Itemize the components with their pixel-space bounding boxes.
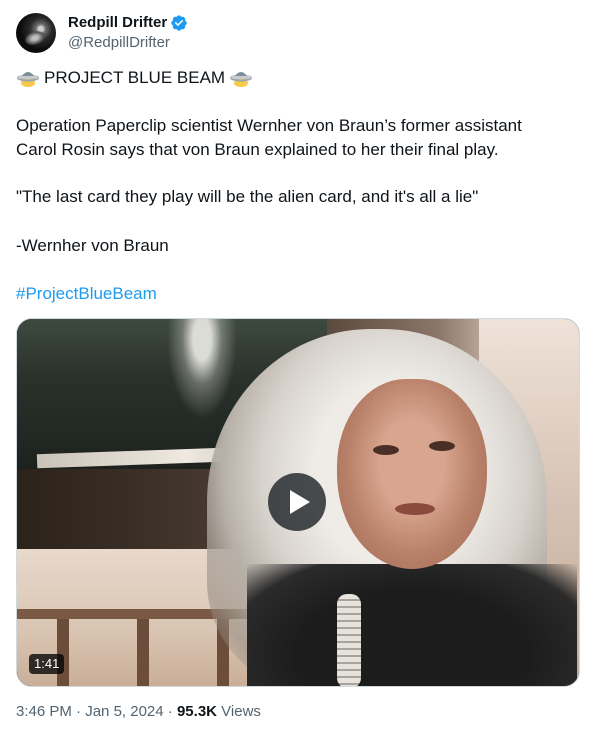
video-frame-detail (57, 619, 69, 686)
tweet: Redpill Drifter @RedpillDrifter PROJECT … (0, 0, 611, 741)
tweet-meta: 3:46 PM · Jan 5, 2024 · 95.3K Views (16, 702, 261, 722)
video-frame-detail (429, 441, 455, 451)
hashtag-link[interactable]: #ProjectBlueBeam (16, 282, 157, 306)
tweet-text-line: Carol Rosin says that von Braun explaine… (16, 140, 499, 159)
play-button[interactable] (268, 473, 326, 531)
video-frame-detail (395, 503, 435, 515)
tweet-text-line: Operation Paperclip scientist Wernher vo… (16, 116, 522, 135)
avatar[interactable] (16, 13, 56, 53)
video-duration-badge: 1:41 (29, 654, 65, 674)
author-names: Redpill Drifter @RedpillDrifter (68, 13, 188, 53)
tweet-quote: "The last card they play will be the ali… (16, 187, 479, 206)
views-label: Views (221, 703, 261, 720)
play-icon (289, 490, 310, 514)
tweet-time[interactable]: 3:46 PM (16, 703, 72, 720)
tweet-attribution: -Wernher von Braun (16, 236, 169, 255)
meta-separator: · (76, 703, 82, 720)
verified-badge-icon (170, 14, 188, 32)
video-frame-detail (337, 379, 487, 569)
video-frame-detail (337, 594, 361, 686)
tweet-title-line: PROJECT BLUE BEAM (16, 66, 253, 90)
video-frame-detail (247, 564, 577, 686)
display-name-row: Redpill Drifter (68, 13, 188, 33)
display-name[interactable]: Redpill Drifter (68, 13, 167, 33)
author-handle[interactable]: @RedpillDrifter (68, 33, 188, 53)
ufo-icon (229, 68, 253, 88)
tweet-header: Redpill Drifter @RedpillDrifter (16, 12, 188, 54)
meta-separator: · (167, 703, 173, 720)
tweet-date[interactable]: Jan 5, 2024 (85, 703, 163, 720)
views-count: 95.3K (176, 703, 217, 720)
video-frame-detail (167, 319, 237, 419)
video-frame-detail (137, 619, 149, 686)
tweet-title: PROJECT BLUE BEAM (44, 68, 226, 87)
video-frame-detail (373, 445, 399, 455)
ufo-icon (16, 68, 40, 88)
video-player[interactable]: 1:41 (16, 318, 580, 687)
